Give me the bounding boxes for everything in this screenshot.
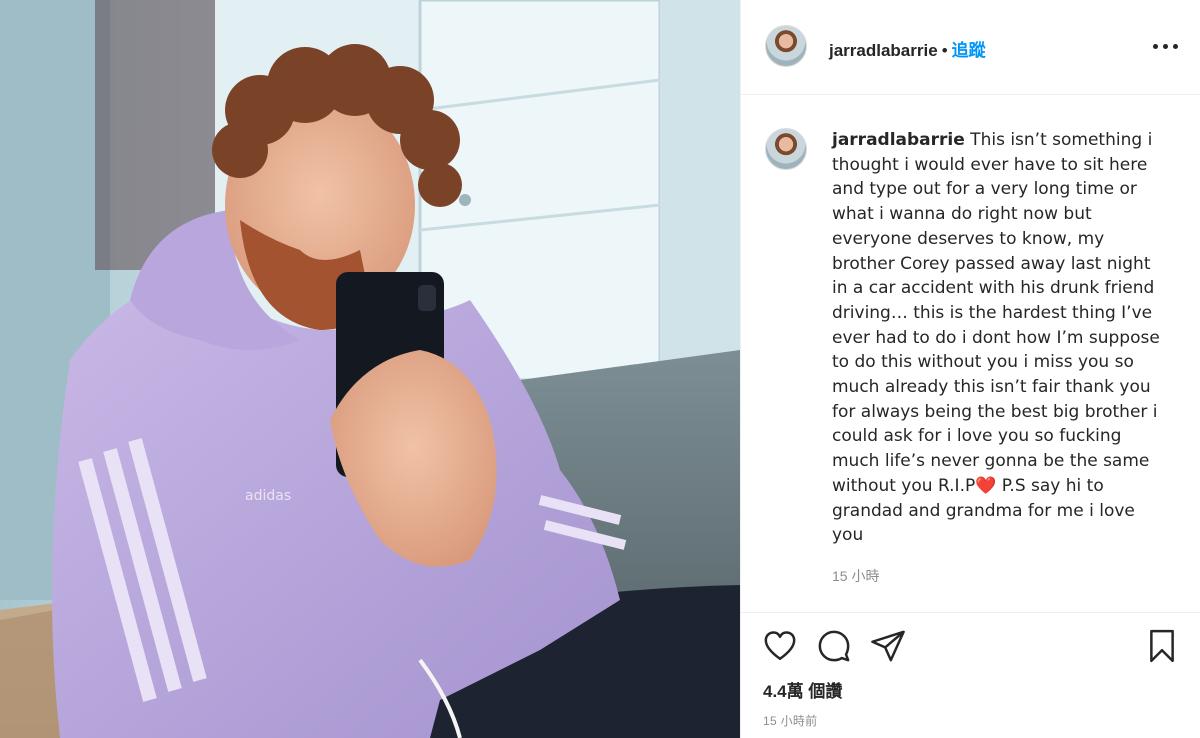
red-heart-emoji: ❤️ bbox=[975, 475, 997, 496]
caption-timestamp[interactable]: 15 小時 bbox=[832, 566, 879, 586]
post-actions: 4.4萬 個讚 15 小時前 bbox=[741, 612, 1200, 738]
likes-count[interactable]: 4.4萬 個讚 bbox=[763, 677, 842, 702]
author-avatar[interactable] bbox=[765, 25, 807, 67]
bookmark-icon[interactable] bbox=[1145, 629, 1181, 665]
post-photo[interactable]: adidas bbox=[0, 0, 740, 738]
more-options-icon[interactable] bbox=[1151, 34, 1181, 58]
svg-text:adidas: adidas bbox=[245, 488, 291, 504]
share-icon[interactable] bbox=[871, 629, 907, 665]
post-side-panel: jarradlabarrie • 追蹤 jarradlabarrie This is… bbox=[740, 0, 1200, 738]
post-timestamp[interactable]: 15 小時前 bbox=[763, 712, 817, 729]
heart-icon[interactable] bbox=[763, 629, 799, 665]
author-username[interactable]: jarradlabarrie bbox=[829, 41, 938, 60]
caption-username[interactable]: jarradlabarrie bbox=[832, 130, 965, 150]
selfie-photo-illustration: adidas bbox=[0, 0, 740, 738]
comment-icon[interactable] bbox=[817, 629, 853, 665]
post-header: jarradlabarrie • 追蹤 bbox=[741, 0, 1200, 95]
caption-body: This isn’t something i thought i would e… bbox=[832, 130, 1160, 496]
separator-dot: • bbox=[941, 41, 948, 60]
instagram-post: adidas jarradlabarrie • 追蹤 jarradlabarrie … bbox=[0, 0, 1200, 738]
header-user-line: jarradlabarrie • 追蹤 bbox=[829, 36, 986, 61]
caption-text: jarradlabarrie This isn’t something i th… bbox=[832, 128, 1167, 548]
follow-button[interactable]: 追蹤 bbox=[952, 41, 986, 60]
caption-author-avatar[interactable] bbox=[765, 128, 807, 170]
